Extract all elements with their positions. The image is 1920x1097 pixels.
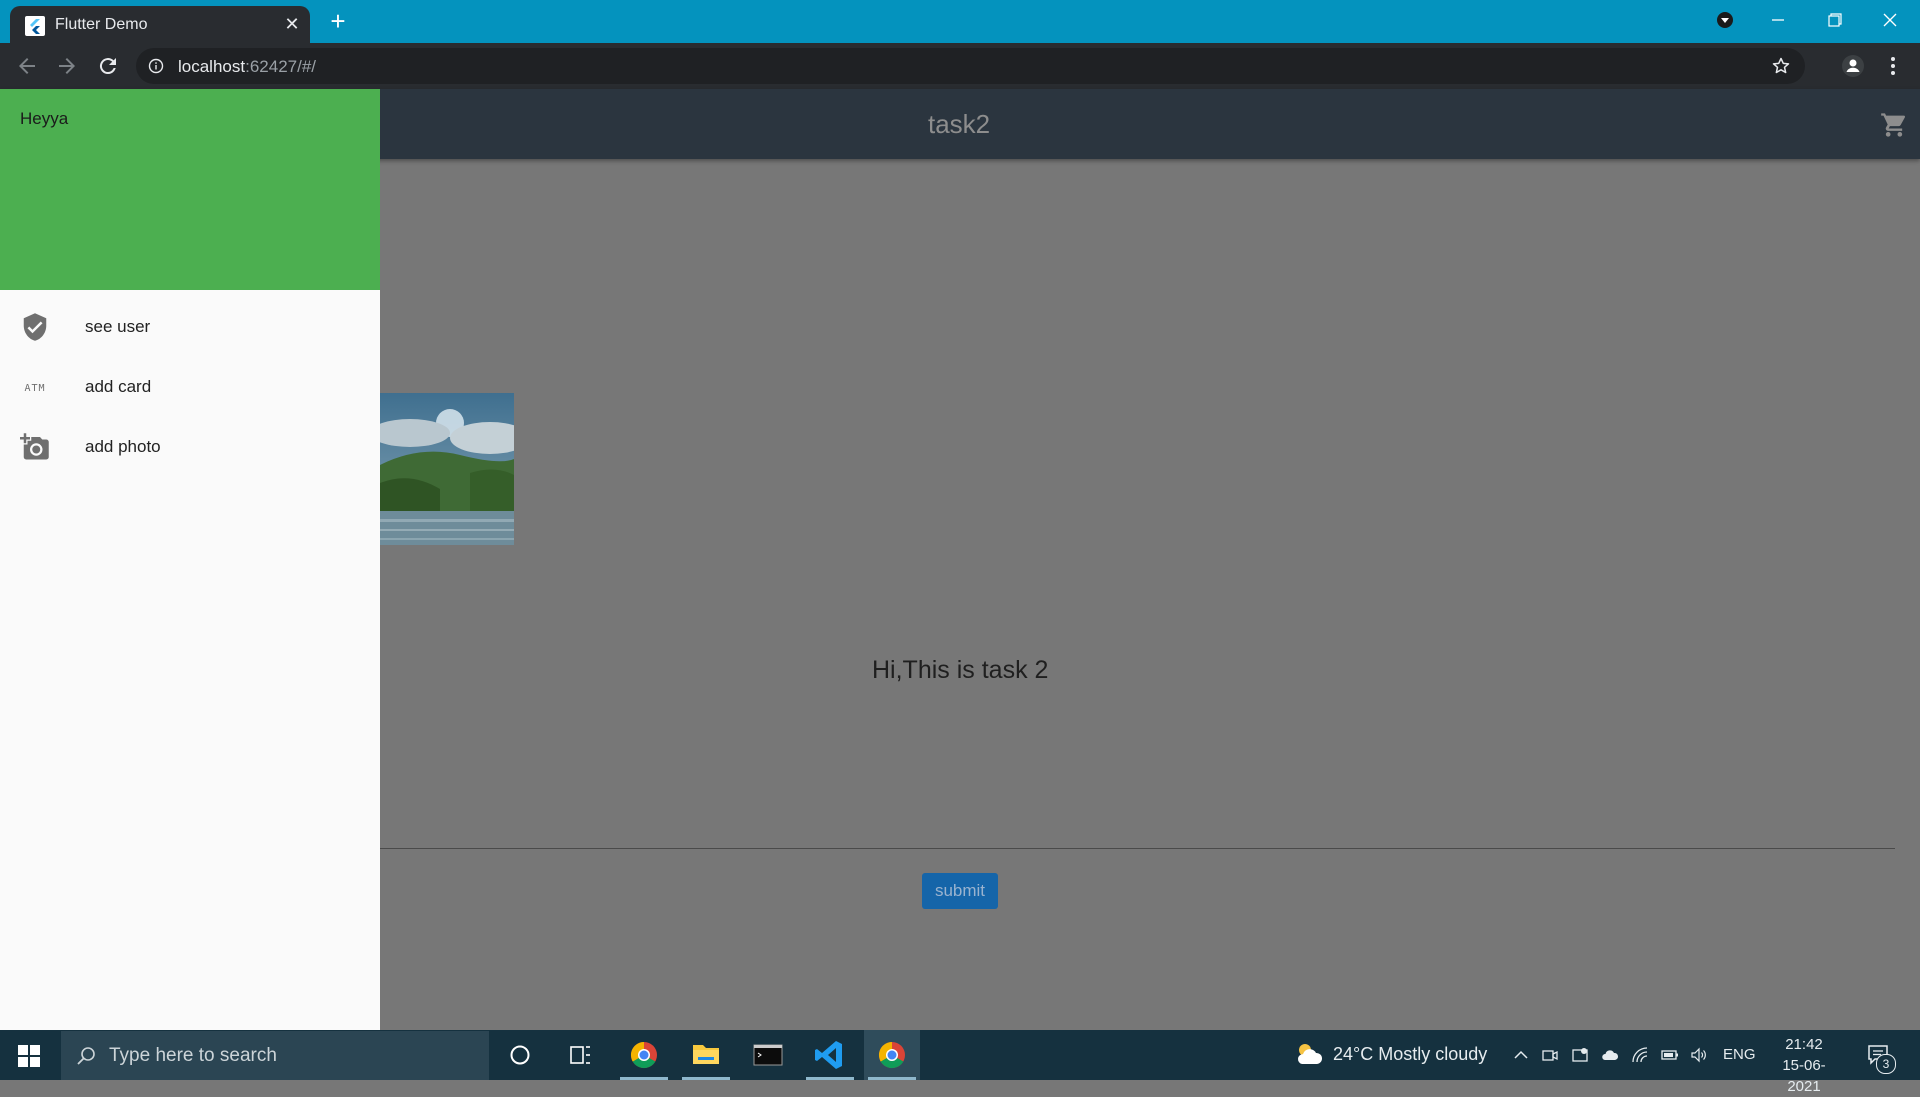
profile-dropdown-icon[interactable] [1710, 8, 1740, 32]
info-icon[interactable] [148, 58, 164, 74]
bookmark-star-icon[interactable] [1771, 56, 1791, 76]
drawer-header-text: Heyya [20, 109, 69, 128]
drawer-item-add-photo[interactable]: add photo [0, 418, 380, 474]
svg-text:ATM: ATM [24, 383, 45, 394]
chrome-active-taskbar-icon[interactable] [864, 1030, 920, 1080]
verified-user-icon [23, 313, 47, 341]
input-language[interactable]: ENG [1723, 1046, 1756, 1063]
terminal-taskbar-icon[interactable] [740, 1030, 796, 1080]
folder-icon [693, 1045, 719, 1064]
address-bar[interactable]: localhost:62427/#/ [136, 48, 1805, 84]
drawer-item-add-card[interactable]: ATM add card [0, 358, 380, 414]
chrome-taskbar-icon[interactable] [616, 1030, 672, 1080]
drawer-header: Heyya [0, 89, 380, 290]
minimize-icon[interactable] [1763, 8, 1793, 32]
back-arrow-icon[interactable] [15, 54, 39, 78]
tab-title: Flutter Demo [55, 16, 148, 33]
flutter-icon [25, 16, 45, 36]
terminal-icon [753, 1044, 783, 1066]
chrome-icon [630, 1041, 657, 1069]
volume-icon[interactable] [1690, 1046, 1708, 1064]
browser-tab-strip: Flutter Demo ✕ + [0, 0, 1920, 43]
landscape-photo [380, 393, 514, 545]
submit-button[interactable]: submit [922, 873, 998, 909]
reload-icon[interactable] [96, 54, 120, 78]
weather-cloud-icon[interactable] [1294, 1040, 1324, 1068]
drawer-item-label: add card [85, 377, 152, 396]
cortana-icon[interactable] [492, 1030, 548, 1080]
taskbar-search-box[interactable]: Type here to search [61, 1031, 489, 1080]
kebab-menu-icon[interactable] [1881, 54, 1905, 78]
text-field-underline[interactable] [380, 848, 1895, 849]
chevron-up-icon[interactable] [1512, 1046, 1530, 1064]
search-icon [77, 1047, 95, 1065]
app-bar-title: task2 [928, 109, 991, 139]
vscode-icon [815, 1041, 842, 1069]
file-explorer-taskbar-icon[interactable] [678, 1030, 734, 1080]
close-window-icon[interactable] [1875, 8, 1905, 32]
forward-arrow-icon[interactable] [55, 54, 79, 78]
clock[interactable]: 21:42 15-06-2021 [1768, 1034, 1840, 1097]
profile-icon[interactable] [1841, 54, 1865, 78]
weather-text[interactable]: 24°C Mostly cloudy [1333, 1044, 1487, 1065]
clock-time: 21:42 [1785, 1036, 1823, 1053]
windows-start-icon[interactable] [18, 1045, 40, 1067]
chrome-icon [878, 1041, 905, 1069]
meet-now-icon[interactable] [1541, 1046, 1559, 1064]
search-placeholder: Type here to search [109, 1045, 277, 1066]
navigation-drawer: Heyya see user ATM add card add photo [0, 89, 380, 1030]
drawer-item-label: add photo [85, 437, 161, 456]
add-a-photo-icon [20, 433, 49, 460]
clock-date: 15-06-2021 [1782, 1057, 1826, 1095]
windows-taskbar: Type here to search 24°C Mostly cloudy E… [0, 1030, 1920, 1095]
notification-count-badge: 3 [1876, 1054, 1896, 1074]
browser-toolbar: localhost:62427/#/ [0, 43, 1920, 89]
new-tab-button[interactable]: + [326, 8, 350, 34]
url-text: localhost:62427/#/ [178, 57, 317, 76]
drawer-item-label: see user [85, 317, 151, 336]
shopping-cart-icon[interactable] [1880, 111, 1908, 139]
browser-tab[interactable]: Flutter Demo ✕ [10, 6, 310, 43]
atm-icon: ATM [24, 383, 45, 394]
onedrive-icon[interactable] [1601, 1046, 1619, 1064]
close-tab-icon[interactable]: ✕ [282, 14, 302, 34]
vscode-taskbar-icon[interactable] [802, 1030, 858, 1080]
wifi-icon[interactable] [1631, 1046, 1649, 1064]
defender-icon[interactable] [1571, 1046, 1589, 1064]
battery-icon[interactable] [1661, 1046, 1679, 1064]
task-view-icon[interactable] [552, 1030, 608, 1080]
drawer-item-see-user[interactable]: see user [0, 298, 380, 354]
greeting-text: Hi,This is task 2 [872, 656, 1049, 684]
restore-icon[interactable] [1819, 8, 1849, 32]
